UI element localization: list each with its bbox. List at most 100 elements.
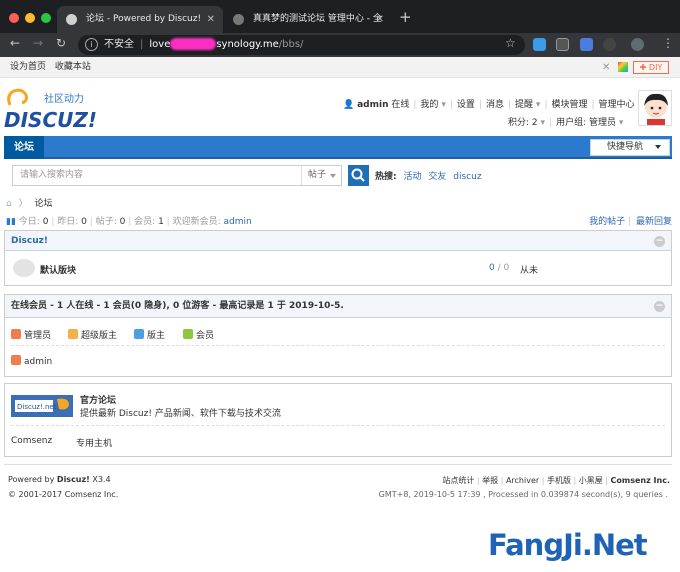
discuz-favicon-icon: [66, 14, 77, 25]
last-post: 从未: [520, 266, 539, 276]
nav-forum[interactable]: 论坛: [4, 136, 44, 159]
watermark: FangJi.Net: [488, 528, 648, 562]
legend-label: 会员: [196, 331, 215, 341]
newest-member-link[interactable]: admin: [224, 217, 252, 227]
palette-icon[interactable]: [618, 62, 628, 72]
module-manage-link[interactable]: 模块管理: [551, 100, 587, 110]
close-tab-icon[interactable]: ✕: [376, 6, 384, 33]
category-title[interactable]: Discuz!: [11, 236, 48, 246]
hot-term[interactable]: 活动: [403, 172, 421, 182]
hot-term[interactable]: discuz: [453, 172, 481, 182]
online-members-box: 在线会员 - 1 人在线 - 1 会员(0 隐身), 0 位游客 - 最高记录是…: [4, 294, 672, 377]
featured-link[interactable]: Discuz!.net 官方论坛 提供最新 Discuz! 产品新闻、软件下载与…: [11, 384, 665, 426]
shrink-icon[interactable]: ✕: [602, 57, 612, 73]
new-tab-button[interactable]: +: [399, 8, 412, 26]
featured-link-title[interactable]: 官方论坛: [80, 393, 116, 406]
search-button[interactable]: [348, 165, 369, 186]
url-host-suffix: synology.me: [216, 39, 279, 50]
report-link[interactable]: 举报: [482, 476, 498, 485]
super-mod-user-icon: [68, 329, 78, 339]
archiver-link[interactable]: Archiver: [506, 476, 539, 485]
post-count: 0: [503, 263, 510, 273]
footer-links: 站点统计 | 举报 | Archiver | 手机版 | 小黑屋 | Comse…: [442, 476, 670, 485]
text-link[interactable]: Comsenz: [11, 436, 52, 446]
category-header[interactable]: Discuz! −: [5, 231, 671, 251]
comsenz-link[interactable]: Comsenz Inc.: [611, 476, 670, 485]
notifications-link[interactable]: 提醒: [515, 100, 533, 110]
reload-icon[interactable]: ↻: [56, 36, 66, 50]
search-type-select[interactable]: 帖子: [301, 166, 341, 185]
discuz-net-logo[interactable]: Discuz!.net: [11, 395, 73, 417]
extension-cloud-icon[interactable]: [533, 38, 546, 51]
close-window-button[interactable]: [9, 13, 19, 23]
stats-chart-icon: ▮▮: [6, 217, 16, 227]
avatar[interactable]: [638, 90, 672, 126]
welcome-label: 欢迎新会员:: [172, 217, 221, 227]
online-user-list: admin: [5, 346, 671, 374]
profile-avatar-icon[interactable]: [631, 38, 644, 51]
mobile-link[interactable]: 手机版: [547, 476, 571, 485]
username-link[interactable]: admin: [357, 100, 388, 110]
runtime-info: GMT+8, 2019-10-5 17:39 , Processed in 0.…: [378, 490, 668, 499]
extension-icon[interactable]: [556, 38, 569, 51]
address-bar[interactable]: i 不安全 | love synology.me/bbs/: [78, 35, 525, 55]
browser-menu-icon[interactable]: ⋮: [662, 36, 674, 50]
bookmark-star-icon[interactable]: ☆: [505, 36, 516, 50]
quick-nav-label: 快捷导航: [607, 142, 644, 152]
online-header[interactable]: 在线会员 - 1 人在线 - 1 会员(0 隐身), 0 位游客 - 最高记录是…: [5, 295, 671, 318]
posts-count: 0: [119, 217, 126, 227]
hot-search-label: 热搜:: [375, 172, 397, 182]
text-link[interactable]: 专用主机: [76, 436, 112, 449]
logo-brand: DISCUZ!: [4, 108, 97, 132]
browser-chrome: 论坛 - Powered by Discuz! ✕ 真真梦的测试论坛 管理中心 …: [0, 0, 680, 57]
logo-slogan: 社区动力: [44, 92, 84, 105]
extension-icon[interactable]: [580, 38, 593, 51]
set-homepage-link[interactable]: 设为首页: [10, 62, 46, 72]
collapse-icon[interactable]: −: [654, 301, 665, 312]
today-count: 0: [42, 217, 49, 227]
tab-title: 真真梦的测试论坛 管理中心 - 全: [253, 14, 382, 24]
forum-stats: ▮▮ 今日: 0 | 昨日: 0 | 帖子: 0 | 会员: 1 | 欢迎新会员…: [6, 217, 672, 227]
extension-icon[interactable]: [603, 38, 616, 51]
back-arrow-icon[interactable]: ←: [10, 36, 20, 50]
bookmark-site-link[interactable]: 收藏本站: [55, 62, 91, 72]
browser-tab-active[interactable]: 论坛 - Powered by Discuz! ✕: [57, 6, 223, 33]
breadcrumb-current[interactable]: 论坛: [34, 199, 52, 209]
forward-arrow-icon[interactable]: →: [33, 36, 43, 50]
usergroup-link[interactable]: 用户组: 管理员: [556, 118, 616, 128]
minimize-window-button[interactable]: [25, 13, 35, 23]
admin-center-link[interactable]: 管理中心: [599, 100, 635, 110]
diy-button[interactable]: ✚ DIY: [633, 61, 669, 74]
user-points-bar: 积分: 2 ▾ | 用户组: 管理员 ▾: [508, 118, 624, 128]
browser-tab[interactable]: 真真梦的测试论坛 管理中心 - 全 ✕: [224, 6, 392, 33]
points-link[interactable]: 积分: 2: [508, 118, 538, 128]
my-menu[interactable]: 我的: [420, 100, 438, 110]
forum-name-link[interactable]: 默认版块: [40, 263, 76, 276]
posts-label: 帖子:: [95, 217, 117, 227]
diy-label: DIY: [648, 63, 663, 72]
members-label: 会员:: [134, 217, 156, 227]
category-box: Discuz! − 默认版块 0 / 0 从未: [4, 230, 672, 286]
hot-term[interactable]: 交友: [428, 172, 446, 182]
forum-row: 默认版块 0 / 0 从未: [5, 251, 671, 285]
online-username[interactable]: admin: [24, 357, 52, 367]
online-user[interactable]: admin: [11, 355, 52, 367]
footer-runtime: GMT+8, 2019-10-5 17:39 , Processed in 0.…: [0, 490, 668, 499]
site-stats-link[interactable]: 站点统计: [442, 476, 474, 485]
search-input[interactable]: 请输入搜索内容 帖子: [12, 165, 342, 186]
home-icon[interactable]: ⌂: [6, 199, 12, 209]
mod-user-icon: [134, 329, 144, 339]
user-menu-bar: 👤 admin 在线|我的 ▾|设置|消息|提醒 ▾|模块管理|管理中心|退出: [343, 97, 664, 110]
discuz-logo[interactable]: 社区动力 DISCUZ!: [4, 85, 99, 135]
legend-super-mod: 超级版主: [68, 328, 117, 341]
quick-nav-button[interactable]: 快捷导航: [590, 139, 670, 156]
zoom-window-button[interactable]: [41, 13, 51, 23]
settings-link[interactable]: 设置: [457, 100, 475, 110]
footer-divider: [4, 464, 672, 465]
latest-reply-link[interactable]: 最新回复: [636, 217, 672, 227]
blacklist-link[interactable]: 小黑屋: [579, 476, 603, 485]
messages-link[interactable]: 消息: [486, 100, 504, 110]
collapse-icon[interactable]: −: [654, 236, 665, 247]
my-posts-link[interactable]: 我的帖子: [589, 217, 625, 227]
close-tab-icon[interactable]: ✕: [207, 6, 215, 33]
